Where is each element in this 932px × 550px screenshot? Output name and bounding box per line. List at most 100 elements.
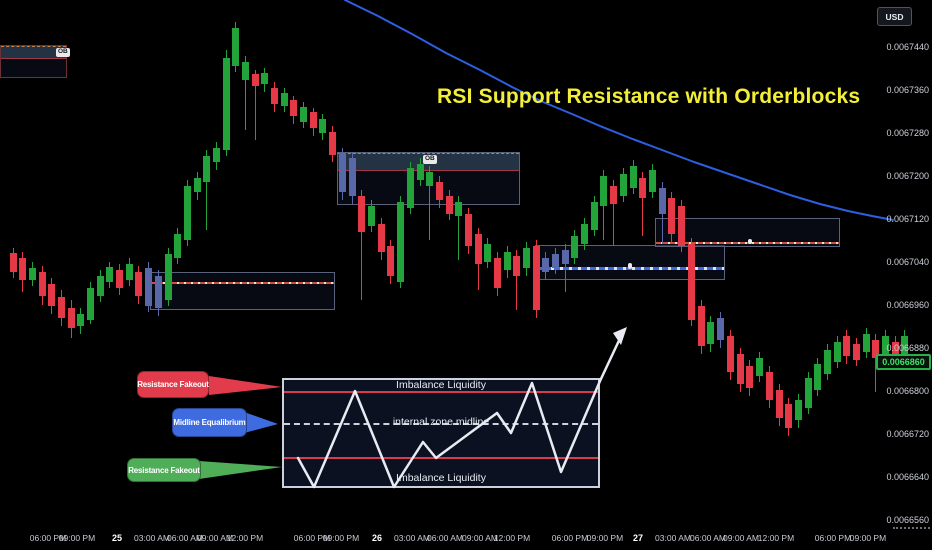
- price-axis-label: 0.0067200: [886, 171, 929, 181]
- candle-body: [610, 186, 617, 204]
- candle-body: [475, 234, 482, 264]
- candle-body: [504, 252, 511, 270]
- price-axis-label: 0.0067360: [886, 85, 929, 95]
- price-axis-label: 0.0066640: [886, 472, 929, 482]
- candle-body: [776, 390, 783, 418]
- callout-label[interactable]: Resistance Fakeout: [137, 371, 209, 398]
- candle: [639, 172, 646, 236]
- candle-body: [853, 344, 860, 360]
- time-axis-label: 12:00 PM: [758, 533, 794, 543]
- candle-body: [242, 62, 249, 80]
- candle-body: [300, 107, 307, 122]
- candle-body: [97, 276, 104, 296]
- candle-body: [707, 322, 714, 344]
- candle-body: [232, 28, 239, 66]
- time-axis-label: 12:00 PM: [494, 533, 530, 543]
- candle-body: [145, 268, 152, 306]
- candle-body: [620, 174, 627, 196]
- candle: [155, 270, 162, 316]
- candle-body: [116, 270, 123, 288]
- candle: [814, 358, 821, 396]
- candle: [698, 300, 705, 354]
- candle: [523, 242, 530, 276]
- candle-body: [717, 318, 724, 340]
- diagram-label-top: Imbalance Liquidity: [396, 379, 486, 391]
- internal-zone-diagram[interactable]: Imbalance Liquidity internal zone midlin…: [282, 378, 600, 488]
- candle: [126, 258, 133, 286]
- candle: [58, 290, 65, 326]
- diagram-label-mid: internal zone midline: [393, 416, 489, 428]
- candle: [571, 230, 578, 264]
- candle-body: [135, 272, 142, 296]
- price-axis-label: 0.0067040: [886, 257, 929, 267]
- callout-label[interactable]: Midline Equalibrium: [172, 408, 247, 437]
- callout-label[interactable]: Resistance Fakeout: [127, 458, 201, 482]
- chart-title[interactable]: RSI Support Resistance with Orderblocks: [437, 85, 860, 109]
- candle: [213, 142, 220, 170]
- candle-body: [203, 156, 210, 182]
- price-axis-label: 0.0067440: [886, 42, 929, 52]
- candle-body: [484, 244, 491, 262]
- candle-body: [417, 164, 424, 180]
- time-axis-label: 06:00 PM: [815, 533, 851, 543]
- candle: [77, 308, 84, 334]
- day-marker-label: 25: [112, 533, 122, 543]
- candle: [581, 218, 588, 250]
- currency-button[interactable]: USD: [877, 7, 912, 26]
- chart-stage[interactable]: OBOB Imbalance Liquidity internal zone m…: [0, 0, 932, 550]
- candle: [824, 344, 831, 380]
- candle: [19, 252, 26, 292]
- candle-body: [358, 196, 365, 232]
- candle-body: [795, 400, 802, 420]
- candle: [668, 192, 675, 242]
- diagram-top-line: [284, 391, 598, 393]
- day-marker-label: 26: [372, 533, 382, 543]
- candle: [649, 164, 656, 198]
- axis-corner-dots: [893, 527, 930, 529]
- candle-body: [19, 258, 26, 280]
- candle-body: [271, 88, 278, 104]
- candle-body: [465, 214, 472, 246]
- candle-body: [600, 176, 607, 206]
- candle: [659, 182, 666, 244]
- time-axis-label: 06:00 PM: [552, 533, 588, 543]
- candle-body: [48, 284, 55, 306]
- candle-body: [533, 246, 540, 310]
- candle-body: [194, 178, 201, 192]
- candle-body: [261, 73, 268, 84]
- candle-body: [106, 267, 113, 282]
- candle: [135, 266, 142, 304]
- candle: [446, 190, 453, 220]
- candle: [378, 218, 385, 260]
- candle: [232, 22, 239, 72]
- candle: [368, 200, 375, 232]
- candle-body: [252, 74, 259, 86]
- candle: [223, 50, 230, 156]
- candle: [10, 248, 17, 278]
- candle: [106, 262, 113, 288]
- candle: [717, 312, 724, 348]
- candle: [834, 336, 841, 368]
- time-axis-label: 09:00 AM: [462, 533, 498, 543]
- candle-body: [368, 206, 375, 226]
- candle-body: [649, 170, 656, 192]
- time-axis[interactable]: 06:00 PM09:00 PM2503:00 AM06:00 AM09:00 …: [0, 525, 932, 550]
- candle: [805, 372, 812, 414]
- candle: [242, 56, 249, 130]
- candle-body: [290, 100, 297, 116]
- candle-body: [542, 258, 549, 272]
- candle-body: [39, 272, 46, 296]
- candle-body: [523, 248, 530, 268]
- candle-body: [426, 172, 433, 186]
- candle: [116, 264, 123, 295]
- candle-body: [834, 342, 841, 362]
- time-axis-label: 06:00 AM: [427, 533, 463, 543]
- candle: [387, 240, 394, 284]
- candle: [727, 330, 734, 380]
- candle: [436, 176, 443, 208]
- candle-body: [659, 188, 666, 214]
- candle: [87, 282, 94, 324]
- price-axis[interactable]: 0.0066860 0.00674400.00673600.00672800.0…: [872, 0, 932, 525]
- candle: [194, 172, 201, 200]
- candle-body: [213, 148, 220, 162]
